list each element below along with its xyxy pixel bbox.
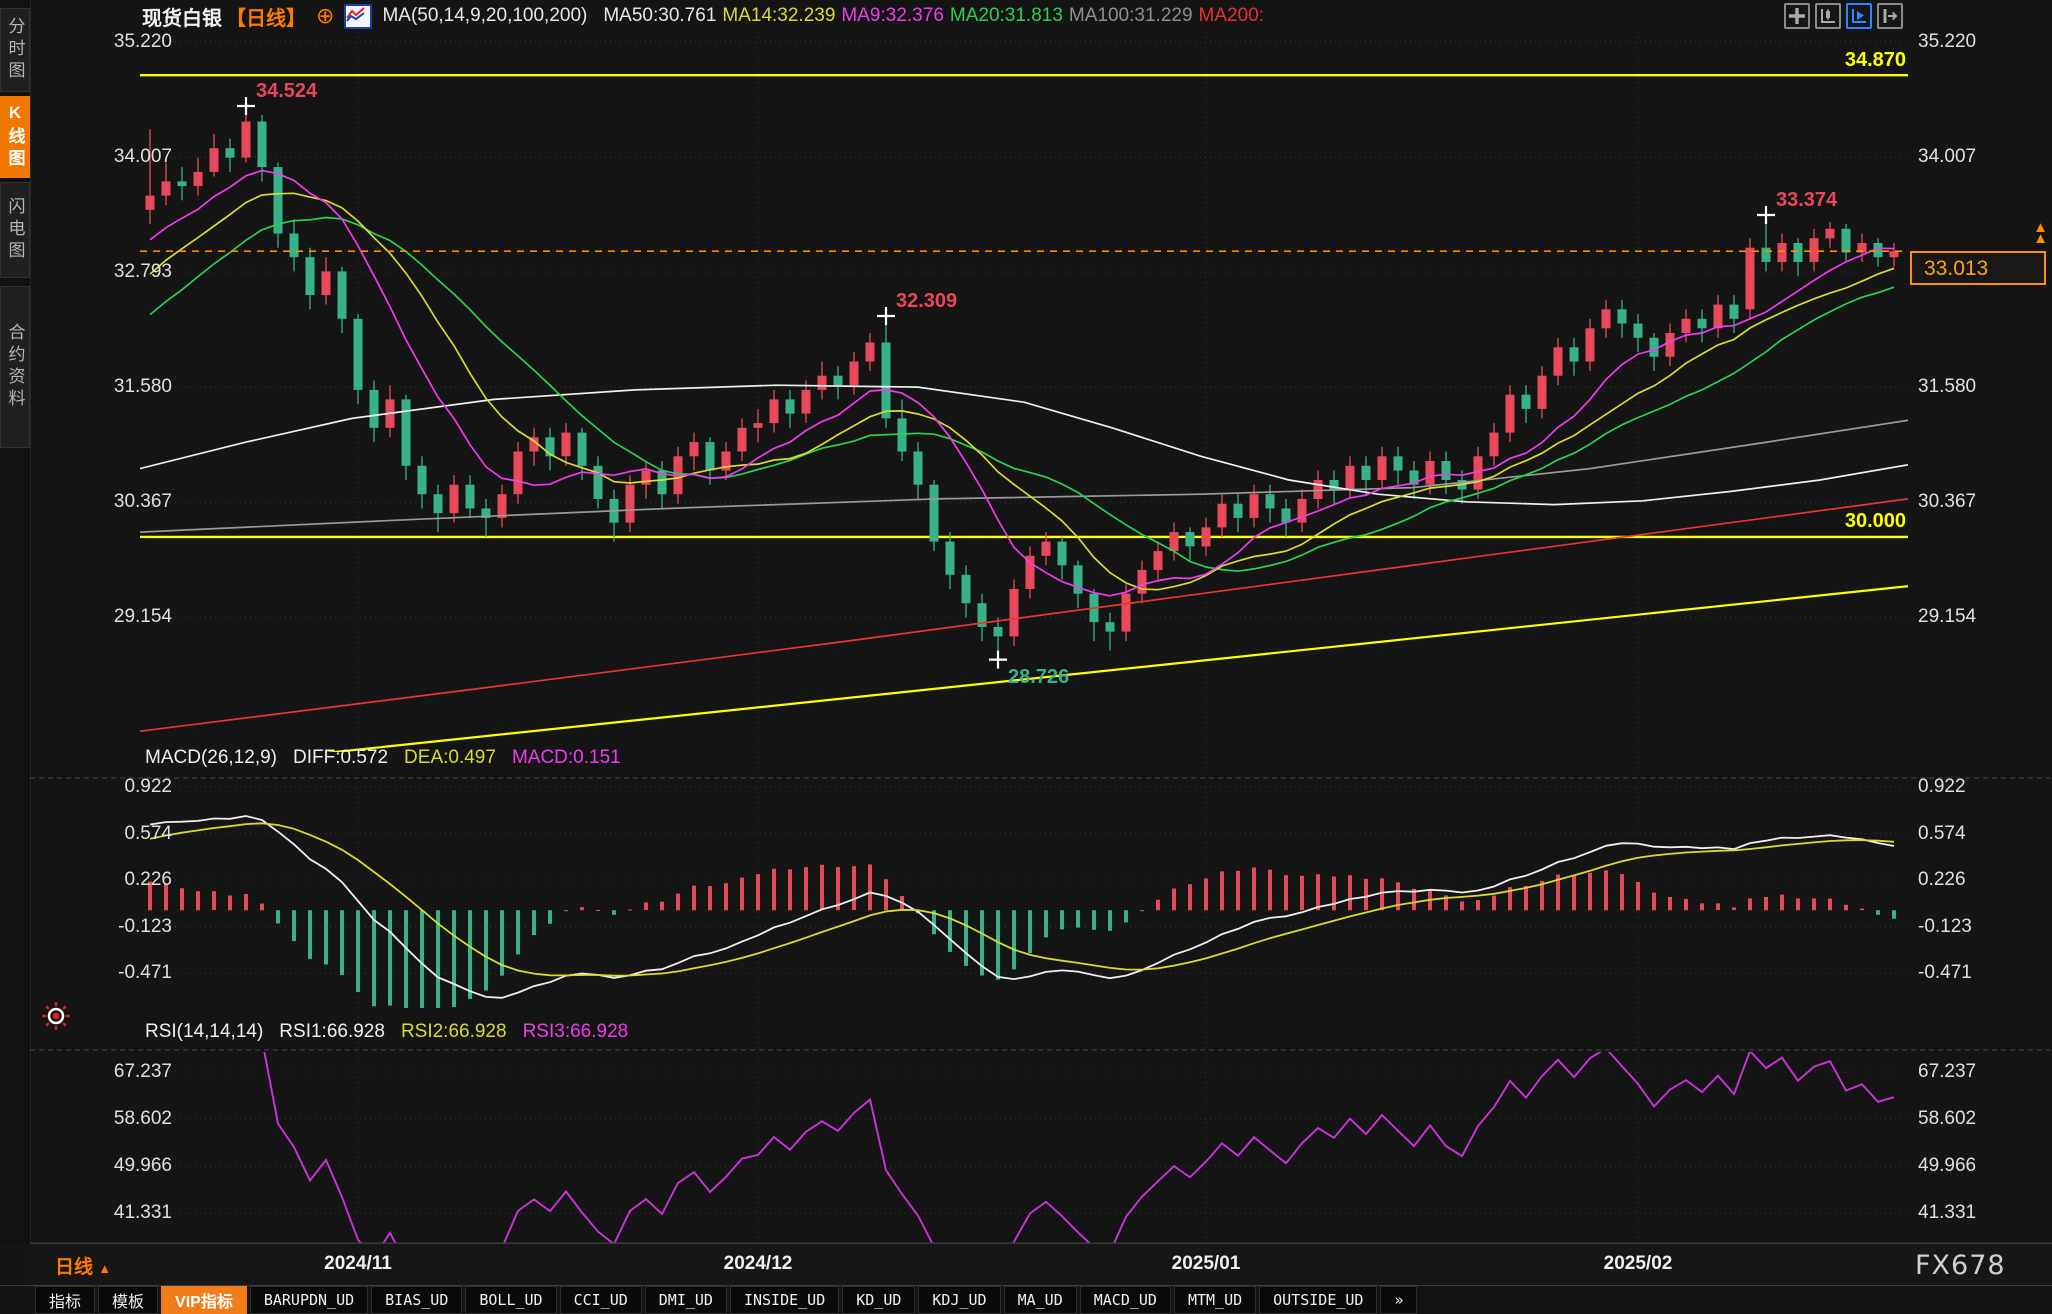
period-tag: 【日线】 (226, 2, 306, 31)
ma-value: MA200: (1199, 5, 1264, 26)
time-axis: 日线 ▲ 2024/11 2024/12 2025/01 2025/02 FX678 (30, 1243, 2052, 1286)
rsi-header: RSI(14,14,14) RSI1:66.928 RSI2:66.928 RS… (145, 1021, 628, 1043)
toolbar-tab-barupdnud[interactable]: BARUPDN_UD (250, 1286, 368, 1314)
toolbar-tab-biasud[interactable]: BIAS_UD (371, 1286, 462, 1314)
ma-value: MA100:31.229 (1069, 5, 1193, 26)
last-price-box: 33.013 (1910, 251, 2046, 285)
toolbar-tab-macdud[interactable]: MACD_UD (1080, 1286, 1171, 1314)
axis-play-icon[interactable] (1846, 3, 1872, 29)
month-label: 2025/02 (1568, 1253, 1708, 1275)
toolbar-tab-maud[interactable]: MA_UD (1004, 1286, 1077, 1314)
ma-value: MA14:32.239 (722, 5, 835, 26)
period-selector[interactable]: 日线 ▲ (55, 1252, 111, 1279)
triangle-up-icon: ▲ (98, 1261, 111, 1276)
macd-macd-value: MACD:0.151 (512, 747, 621, 769)
toolbar-tab-outsideud[interactable]: OUTSIDE_UD (1259, 1286, 1377, 1314)
axis-candle-icon[interactable] (1815, 3, 1841, 29)
toolbar-tab-kdud[interactable]: KD_UD (842, 1286, 915, 1314)
month-label: 2024/11 (288, 1253, 428, 1275)
macd-title: MACD(26,12,9) (145, 747, 277, 769)
ma-settings-label: MA(50,14,9,20,100,200) (382, 5, 587, 27)
symbol-name: 现货白银 (142, 2, 222, 31)
toolbar-tab-[interactable]: 指标 (35, 1286, 95, 1314)
support-level-label: 30.000 (1758, 510, 1906, 533)
record-indicator-icon (40, 1000, 72, 1037)
rsi3-value: RSI3:66.928 (523, 1021, 629, 1043)
ma-value: MA9:32.376 (841, 5, 943, 26)
crosshair-toggle-icon[interactable]: ⊕ (316, 5, 334, 27)
toolbar-tab-insideud[interactable]: INSIDE_UD (730, 1286, 839, 1314)
month-label: 2024/12 (688, 1253, 828, 1275)
macd-header: MACD(26,12,9) DIFF:0.572 DEA:0.497 MACD:… (145, 747, 621, 769)
rsi1-value: RSI1:66.928 (279, 1021, 385, 1043)
move-icon[interactable] (1784, 3, 1810, 29)
toolbar-tab-bollud[interactable]: BOLL_UD (465, 1286, 556, 1314)
toolbar-tab-dmiud[interactable]: DMI_UD (645, 1286, 727, 1314)
rsi-title: RSI(14,14,14) (145, 1021, 263, 1043)
ma-value: MA50:30.761 (603, 5, 716, 26)
indicator-toolbar: 指标模板VIP指标BARUPDN_UDBIAS_UDBOLL_UDCCI_UDD… (0, 1285, 2052, 1314)
watermark: FX678 (1915, 1250, 2006, 1281)
toolbar-tab-[interactable]: » (1380, 1286, 1417, 1314)
ma-value: MA20:31.813 (950, 5, 1063, 26)
month-label: 2025/01 (1136, 1253, 1276, 1275)
shift-right-icon[interactable] (1877, 3, 1903, 29)
charting-app: 分时图 K线图 闪电图 合约资料 现货白银 【日线】 ⊕ MA(50,14,9,… (0, 0, 2052, 1314)
price-up-arrows-icon: ▲▲ (2018, 222, 2048, 244)
macd-dea-value: DEA:0.497 (404, 747, 496, 769)
line-chart-icon[interactable] (344, 4, 372, 29)
toolbar-tab-mtmud[interactable]: MTM_UD (1174, 1286, 1256, 1314)
toolbar-tab-cciud[interactable]: CCI_UD (560, 1286, 642, 1314)
rsi2-value: RSI2:66.928 (401, 1021, 507, 1043)
chart-toolbar (1784, 3, 1903, 29)
toolbar-tab-kdjud[interactable]: KDJ_UD (918, 1286, 1000, 1314)
candlestick-chart[interactable] (0, 0, 2052, 1314)
toolbar-tab-[interactable]: 模板 (98, 1286, 158, 1314)
toolbar-tab-vip[interactable]: VIP指标 (161, 1286, 247, 1314)
ma-values: MA50:30.761 MA14:32.239 MA9:32.376 MA20:31.… (597, 5, 1264, 27)
chart-header: 现货白银 【日线】 ⊕ MA(50,14,9,20,100,200) MA50:… (142, 2, 1264, 30)
resistance-level-label: 34.870 (1758, 49, 1906, 72)
macd-diff-value: DIFF:0.572 (293, 747, 388, 769)
